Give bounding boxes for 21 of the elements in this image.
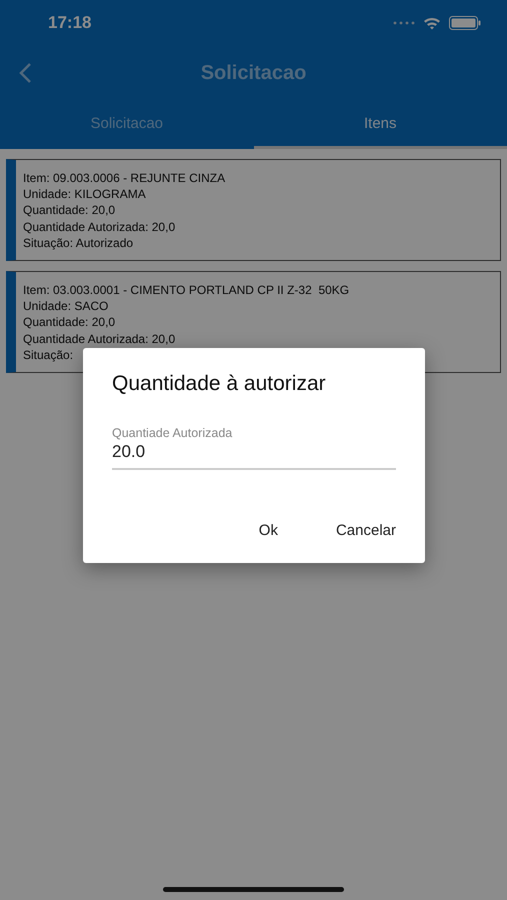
item-detail: Unidade: KILOGRAMA bbox=[23, 187, 147, 202]
item-detail: Situação: Autorizado bbox=[23, 236, 134, 252]
item-detail: Situação: bbox=[23, 348, 74, 364]
wifi-icon bbox=[423, 16, 441, 30]
quantity-field[interactable]: 20.0 bbox=[112, 440, 396, 470]
item-card[interactable]: Item: 09.003.0006 - REJUNTE CINZA Unidade: KILOGRAMA Quantidade: 20,0 Quantidade Autorizada: 20,0 Situação: Autorizado bbox=[6, 159, 501, 262]
item-detail: Item: 09.003.0006 - REJUNTE CINZA bbox=[23, 171, 226, 186]
battery-icon bbox=[449, 16, 481, 30]
item-detail: Unidade: SACO bbox=[23, 299, 110, 314]
field-label: Quantiade Autorizada bbox=[112, 426, 234, 440]
item-detail: Quantidade: 20,0 bbox=[23, 315, 116, 331]
status-time: 17:18 bbox=[48, 12, 92, 32]
dialog-title: Quantidade à autorizar bbox=[112, 372, 327, 396]
dialog-button[interactable]: Ok bbox=[258, 522, 278, 539]
dialog-button[interactable]: Cancelar bbox=[336, 522, 396, 539]
signal-icon bbox=[393, 20, 415, 24]
item-detail: Quantidade Autorizada: 20,0 bbox=[23, 220, 176, 235]
screen-title: Solicitacao bbox=[200, 62, 308, 84]
item-detail: Quantidade Autorizada: 20,0 bbox=[23, 332, 176, 347]
item-detail: Item: 03.003.0001 - CIMENTO PORTLAND CP II Z-32 50KG bbox=[23, 283, 350, 298]
item-detail: Quantidade: 20,0 bbox=[23, 203, 116, 219]
